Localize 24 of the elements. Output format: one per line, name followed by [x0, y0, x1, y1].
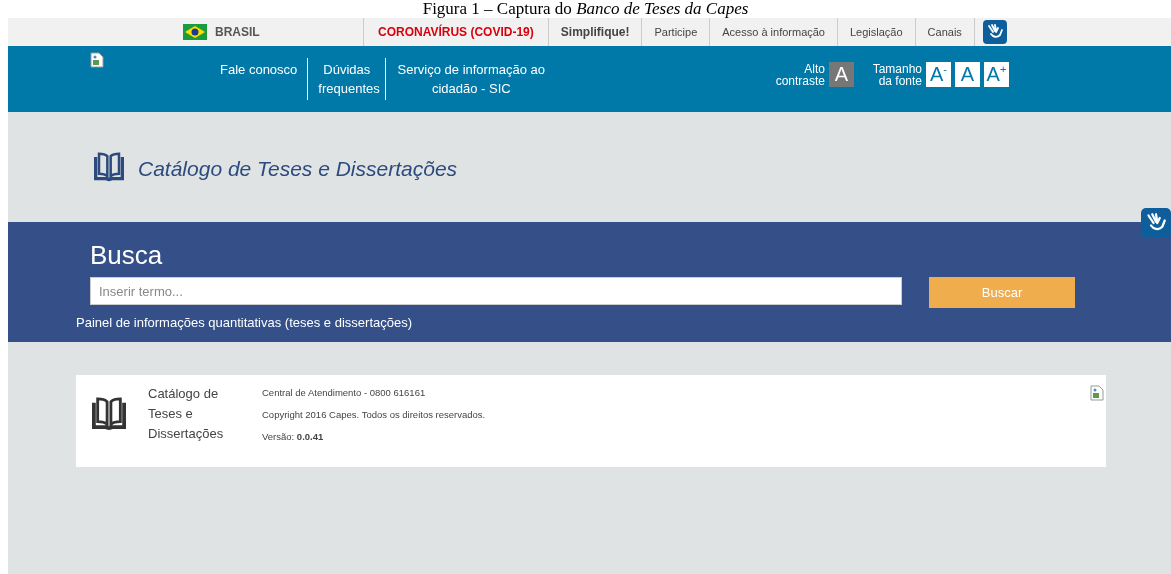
figure-caption: Figura 1 – Captura do Banco de Teses da Capes [422, 0, 749, 18]
nav-link[interactable]: Serviço de informação ao cidadão - SIC [385, 58, 557, 100]
flag-icon [183, 24, 207, 40]
sign-language-icon[interactable] [1141, 206, 1171, 240]
font-size-label: Tamanho da fonte [871, 62, 922, 87]
search-field[interactable]: Inserir termo... [90, 277, 902, 305]
contrast-label: Alto contraste [774, 62, 825, 87]
footer-text: Copyright 2016 Capes. Todos os direitos reservados. [262, 408, 486, 422]
nav-link[interactable]: Dúvidas frequentes [307, 58, 386, 100]
footer-title: Catálogo de Teses e Dissertações [148, 385, 225, 443]
sign-language-icon[interactable] [982, 20, 1007, 44]
broken-image-icon [90, 52, 104, 68]
font-size-button[interactable]: A [955, 62, 980, 87]
country-label: BRASIL [215, 25, 260, 39]
page-title: Catálogo de Teses e Dissertações [138, 157, 458, 181]
font-size-button[interactable]: A$^{-}$ [926, 62, 951, 87]
book-icon [90, 397, 128, 431]
nav-link[interactable]: Fale conosco [210, 58, 308, 100]
footer-text: Versão: 0.0.41 [262, 430, 325, 444]
dashboard-link[interactable]: Painel de informações quantitativas (teses e dissertações) [76, 315, 412, 330]
footer-text: Central de Atendimento - 0800 616161 [262, 386, 427, 400]
contrast-button[interactable]: A [829, 62, 854, 87]
font-size-button[interactable]: A$^{+}$ [984, 62, 1009, 87]
search-heading: Busca [90, 240, 164, 271]
